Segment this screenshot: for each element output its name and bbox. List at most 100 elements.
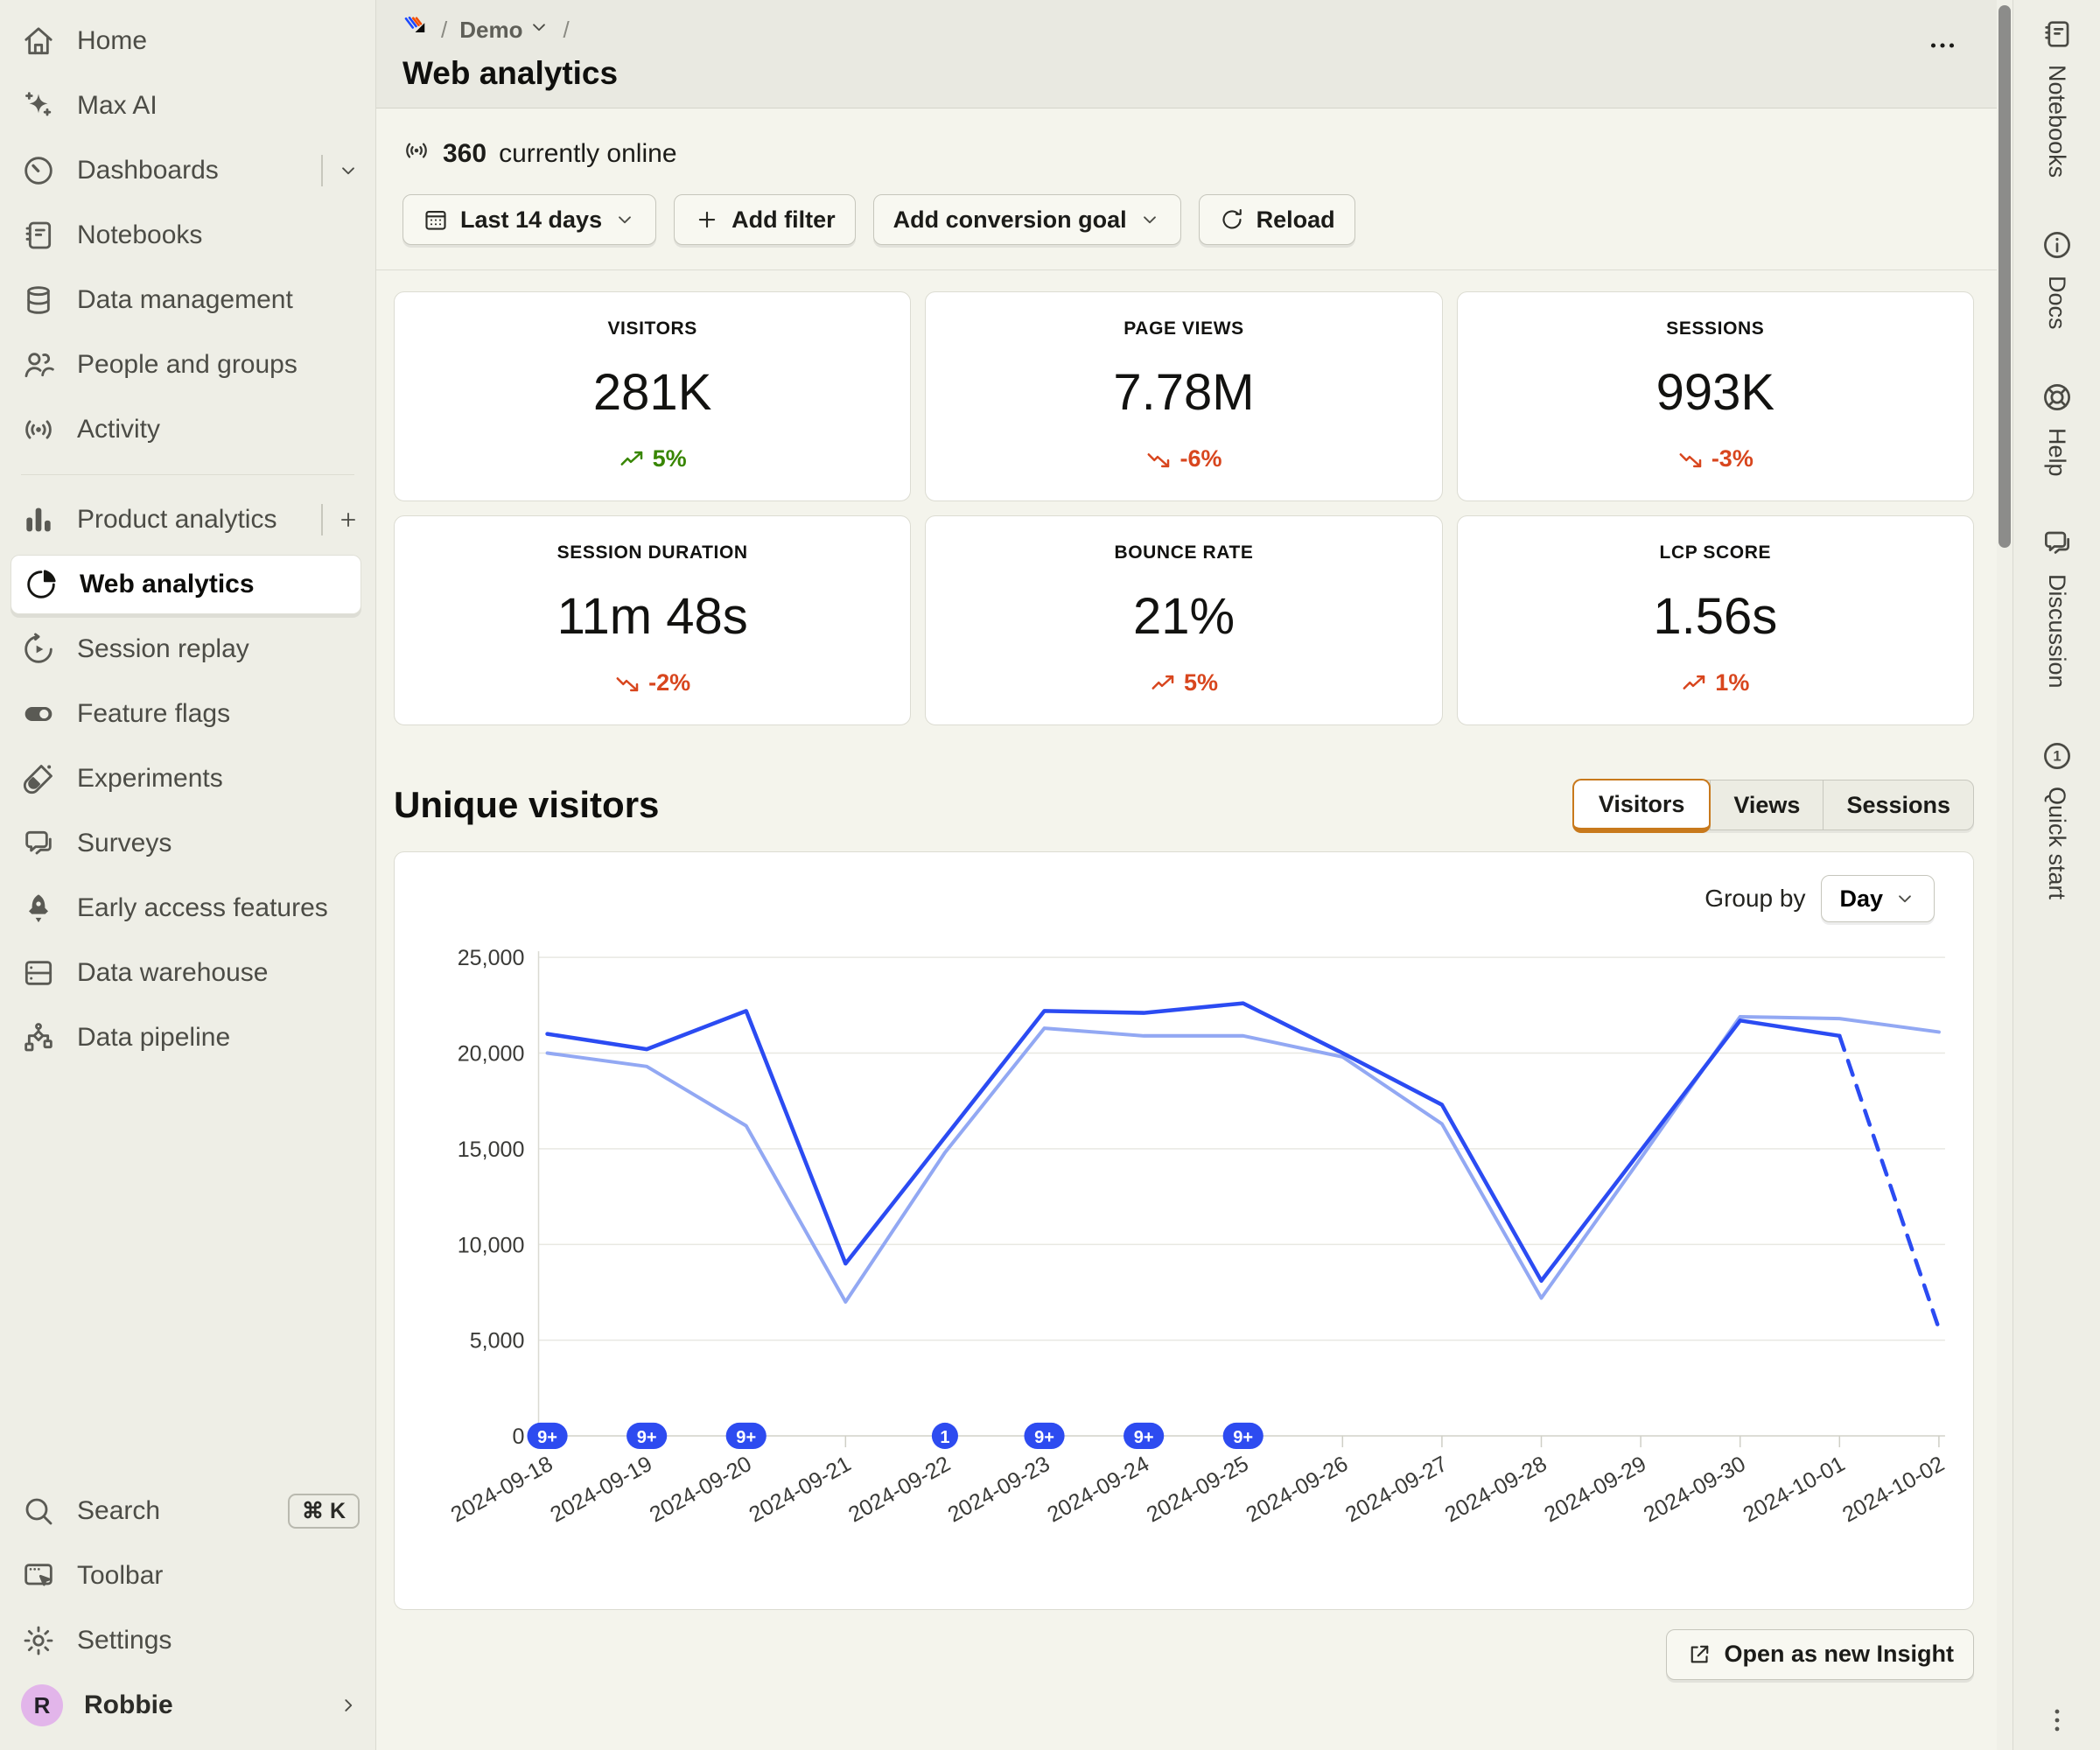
sidebar-bottom-nav: Search⌘ K Toolbar Settings: [0, 1479, 375, 1673]
online-text: currently online: [499, 139, 676, 169]
sidebar-item-max-ai[interactable]: Max AI: [0, 74, 375, 138]
sidebar-item-session-replay[interactable]: Session replay: [0, 617, 375, 682]
x-tick-label: 2024-10-02: [1838, 1452, 1949, 1528]
sidebar-item-settings[interactable]: Settings: [0, 1608, 375, 1673]
sidebar-item-label: Session replay: [77, 634, 360, 664]
section-title: Unique visitors: [394, 784, 659, 826]
barchart-icon: [21, 502, 56, 537]
search-icon: [21, 1494, 56, 1529]
trenddown-icon: [1677, 446, 1704, 472]
sidebar-item-people-and-groups[interactable]: People and groups: [0, 332, 375, 397]
date-range-button[interactable]: Last 14 days: [402, 194, 656, 245]
posthog-logo[interactable]: [402, 14, 429, 46]
rail-item-label: Quick start: [2043, 787, 2070, 900]
rail-item-discussion[interactable]: Discussion: [2040, 527, 2074, 689]
chevron-down-icon-slot: [528, 16, 550, 45]
sidebar-item-label: Data warehouse: [77, 958, 360, 988]
sidebar-item-dashboards[interactable]: Dashboards: [0, 138, 375, 203]
sidebar-top-nav: Home Max AIDashboardsNotebooks Data manage…: [0, 9, 375, 462]
x-tick-label: 2024-09-29: [1540, 1452, 1650, 1528]
notebook-icon: [2040, 18, 2074, 51]
info-icon: [2040, 228, 2074, 262]
line-chart-svg: 2024-09-182024-09-192024-09-202024-09-21…: [407, 922, 1961, 1607]
metric-card-sessions[interactable]: SESSIONS993K-3%: [1457, 291, 1974, 501]
sidebar-item-surveys[interactable]: Surveys: [0, 811, 375, 876]
sidebar-item-label: Surveys: [77, 829, 360, 858]
sidebar-item-feature-flags[interactable]: Feature flags: [0, 682, 375, 746]
metric-card-lcp-score[interactable]: LCP SCORE1.56s1%: [1457, 515, 1974, 725]
group-by-select[interactable]: Day: [1821, 875, 1935, 922]
open-as-new-insight-button[interactable]: Open as new Insight: [1666, 1629, 1974, 1680]
metric-card-visitors[interactable]: VISITORS281K5%: [394, 291, 911, 501]
add-filter-button[interactable]: Add filter: [674, 194, 856, 245]
tab-views[interactable]: Views: [1710, 780, 1823, 830]
more-options-button[interactable]: [1927, 30, 1958, 64]
sidebar-item-home[interactable]: Home: [0, 9, 375, 74]
metric-card-page-views[interactable]: PAGE VIEWS7.78M-6%: [925, 291, 1442, 501]
metric-card-session-duration[interactable]: SESSION DURATION11m 48s-2%: [394, 515, 911, 725]
tab-visitors[interactable]: Visitors: [1572, 779, 1712, 833]
metric-tabs: VisitorsViewsSessions: [1573, 780, 1974, 830]
sidebar-item-data-pipeline[interactable]: Data pipeline: [0, 1005, 375, 1070]
replay-icon: [21, 632, 56, 667]
sidebar-item-label: Product analytics: [77, 505, 300, 535]
ellipsis-icon: [1927, 30, 1958, 61]
x-tick-label: 2024-09-22: [844, 1452, 955, 1528]
group-by-value: Day: [1839, 886, 1883, 913]
scrollbar-thumb[interactable]: [1998, 5, 2011, 548]
sidebar-item-toolbar[interactable]: Toolbar: [0, 1544, 375, 1608]
live-icon-slot: [402, 136, 430, 172]
shortcut-badge: ⌘ K: [288, 1494, 360, 1529]
open-insight-label: Open as new Insight: [1724, 1641, 1954, 1668]
sidebar-item-experiments[interactable]: Experiments: [0, 746, 375, 811]
metric-change: -2%: [648, 669, 690, 696]
sidebar-item-notebooks[interactable]: Notebooks: [0, 203, 375, 268]
conversion-goal-label: Add conversion goal: [893, 206, 1127, 234]
rail-item-quick-start[interactable]: 1Quick start: [2040, 739, 2074, 900]
sidebar-item-label: Toolbar: [77, 1561, 360, 1591]
rail-item-docs[interactable]: Docs: [2040, 228, 2074, 330]
metric-label: PAGE VIEWS: [1124, 318, 1243, 340]
reload-button[interactable]: Reload: [1199, 194, 1355, 245]
home-icon: [21, 24, 56, 59]
row-accessory[interactable]: [321, 155, 360, 186]
topbar: / Demo / Web analytics: [376, 0, 1997, 108]
add-conversion-goal-button[interactable]: Add conversion goal: [873, 194, 1181, 245]
x-tick-label: 2024-09-25: [1143, 1452, 1253, 1528]
annotation-badge-label: 9+: [1034, 1428, 1054, 1447]
rail-item-help[interactable]: Help: [2040, 381, 2074, 477]
breadcrumb-separator: /: [563, 17, 569, 44]
metric-label: LCP SCORE: [1660, 542, 1772, 564]
breadcrumb-project[interactable]: Demo: [459, 16, 550, 45]
sidebar-item-label: Home: [77, 26, 360, 56]
pie-icon: [24, 567, 59, 602]
sidebar-item-data-warehouse[interactable]: Data warehouse: [0, 941, 375, 1005]
rail-item-label: Discussion: [2043, 574, 2070, 689]
sidebar-item-product-analytics[interactable]: Product analytics: [0, 487, 375, 552]
sidebar-item-activity[interactable]: Activity: [0, 397, 375, 462]
rail-more-button[interactable]: [2042, 1705, 2072, 1740]
metric-trend: 5%: [1150, 669, 1218, 696]
pipeline-icon: [21, 1020, 56, 1055]
sidebar-user-row[interactable]: R Robbie: [0, 1673, 375, 1738]
divider: [321, 155, 323, 186]
row-accessory[interactable]: [321, 504, 360, 536]
sidebar-item-early-access-features[interactable]: Early access features: [0, 876, 375, 941]
trenddown-icon: [614, 670, 640, 696]
tab-sessions[interactable]: Sessions: [1823, 780, 1973, 830]
chevron-down-icon: [528, 16, 550, 38]
sidebar-item-data-management[interactable]: Data management: [0, 268, 375, 332]
x-tick-label: 2024-09-21: [746, 1452, 856, 1528]
rail-item-label: Notebooks: [2043, 65, 2070, 178]
sidebar-item-search[interactable]: Search⌘ K: [0, 1479, 375, 1544]
online-banner: 360 currently online: [376, 108, 1997, 194]
people-icon: [21, 347, 56, 382]
sidebar-item-label: Data management: [77, 285, 360, 315]
rail-item-notebooks[interactable]: Notebooks: [2040, 18, 2074, 178]
filter-row: Last 14 days Add filter Add conversion g…: [376, 194, 1997, 270]
y-tick-label: 0: [513, 1424, 525, 1449]
sparkles-icon: [21, 88, 56, 123]
sidebar-item-web-analytics[interactable]: Web analytics: [10, 555, 361, 614]
logo-icon: [402, 14, 429, 40]
metric-card-bounce-rate[interactable]: BOUNCE RATE21%5%: [925, 515, 1442, 725]
